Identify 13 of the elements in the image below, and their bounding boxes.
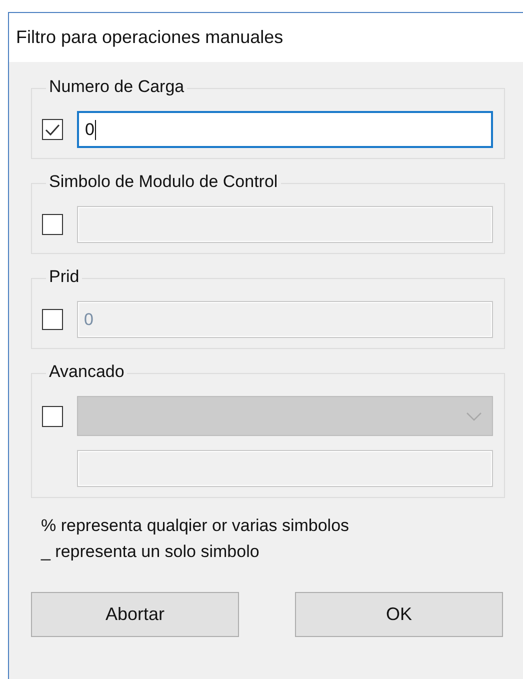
check-icon: [45, 124, 60, 136]
group-title: Numero de Carga: [46, 77, 188, 97]
checkbox[interactable]: [42, 214, 63, 235]
dialog-button[interactable]: OK: [295, 592, 503, 637]
checkbox[interactable]: [42, 406, 63, 426]
window-title: Filtro para operaciones manuales: [16, 27, 284, 48]
checkbox[interactable]: [42, 119, 63, 140]
checkbox[interactable]: [42, 309, 63, 330]
hint-text: _ representa un solo simbolo: [41, 542, 260, 562]
hint-text: % representa qualqier or varias simbolos: [41, 516, 350, 536]
dialog-button[interactable]: Abortar: [31, 592, 239, 637]
text-field[interactable]: 0: [77, 111, 493, 148]
chevron-down-icon: [466, 412, 482, 420]
